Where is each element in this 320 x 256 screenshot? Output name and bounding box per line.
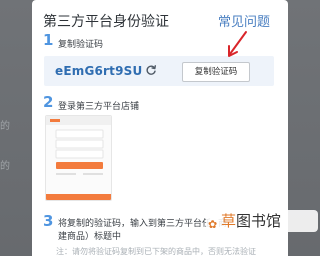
background-text-fragment: 的: [0, 161, 10, 172]
login-page-illustration: [46, 116, 111, 200]
step-3-label-line1: 将复制的验证码，输入到第三方平台任: [58, 219, 212, 229]
red-arrow-annotation: [228, 31, 247, 57]
verification-code: eEmG6rt9SU: [55, 64, 143, 78]
step-3-label-line2: 建商品）标题中: [58, 232, 122, 242]
flower-logo-icon: ✿: [208, 218, 218, 231]
verification-code-box: eEmG6rt9SU 复制验证码: [44, 56, 274, 86]
site-watermark: ✿ 草图书馆: [206, 210, 318, 232]
step-2-number: 2: [43, 93, 54, 111]
copy-code-button[interactable]: 复制验证码: [182, 62, 250, 82]
refresh-icon[interactable]: [145, 64, 157, 76]
dialog-title: 第三方平台身份验证: [43, 14, 169, 30]
step-3-number: 3: [43, 212, 54, 230]
step-1-number: 1: [43, 31, 54, 49]
step-2-label: 登录第三方平台店铺: [58, 102, 140, 112]
background-text-fragment: 的: [0, 121, 10, 132]
store-login-thumbnail: [45, 115, 112, 201]
step-1-label: 复制验证码: [58, 40, 104, 50]
note-text: 注：请勿将验证码复制到已下架的商品中，否则无法验证: [56, 247, 256, 256]
watermark-accent-text: 草: [221, 212, 237, 230]
watermark-text: 图书馆: [236, 212, 282, 230]
help-link[interactable]: 常见问题: [218, 11, 270, 30]
